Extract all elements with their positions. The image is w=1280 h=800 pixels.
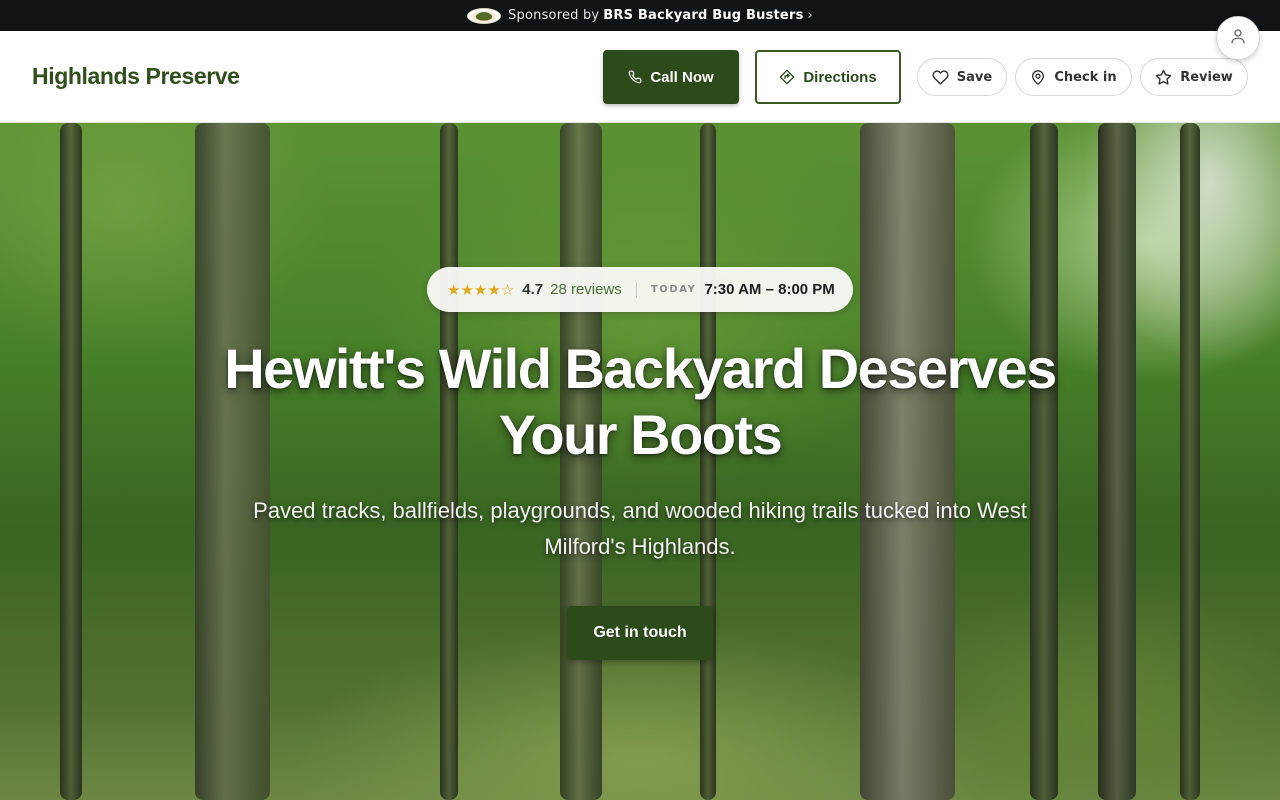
sponsor-bar[interactable]: Sponsored by BRS Backyard Bug Busters › <box>0 0 1280 31</box>
directions-icon <box>779 69 795 85</box>
subline-line-1: Paved tracks, ballfields, playgrounds, a… <box>253 498 1027 523</box>
hero-subheadline: Paved tracks, ballfields, playgrounds, a… <box>230 493 1050 565</box>
hours-value: 7:30 AM – 8:00 PM <box>704 281 835 298</box>
headline-line-2: Your Boots <box>498 403 783 466</box>
rating-hours-pill: ★★★★☆ 4.7 28 reviews TODAY 7:30 AM – 8:0… <box>427 267 853 312</box>
location-pin-icon <box>1030 69 1046 86</box>
sponsor-prefix: Sponsored by <box>508 8 600 23</box>
site-header: Highlands Preserve Call Now Directions S… <box>0 31 1280 123</box>
get-in-touch-button[interactable]: Get in touch <box>567 606 713 660</box>
phone-icon <box>628 70 642 84</box>
chevron-right-icon: › <box>807 8 813 23</box>
hero-headline: Hewitt's Wild Backyard Deserves Your Boo… <box>200 336 1080 468</box>
call-now-label: Call Now <box>650 68 714 86</box>
directions-label: Directions <box>803 68 877 86</box>
save-button[interactable]: Save <box>917 58 1007 96</box>
rating-value: 4.7 <box>522 281 544 298</box>
call-now-button[interactable]: Call Now <box>603 50 739 104</box>
headline-line-1: Hewitt's Wild Backyard Deserves <box>224 337 1057 400</box>
account-button[interactable] <box>1216 16 1260 60</box>
check-in-button[interactable]: Check in <box>1015 58 1132 96</box>
review-button[interactable]: Review <box>1140 58 1248 96</box>
star-icon <box>1155 69 1172 86</box>
subline-line-2: Milford's Highlands. <box>544 534 736 559</box>
sponsor-name[interactable]: BRS Backyard Bug Busters <box>603 8 803 23</box>
rating-stars: ★★★★☆ <box>447 281 515 299</box>
check-in-label: Check in <box>1054 69 1117 85</box>
divider <box>635 281 637 298</box>
brand-name[interactable]: Highlands Preserve <box>32 63 240 90</box>
save-label: Save <box>956 69 993 85</box>
today-label: TODAY <box>650 284 697 295</box>
heart-icon <box>932 69 949 86</box>
hero-section: ★★★★☆ 4.7 28 reviews TODAY 7:30 AM – 8:0… <box>0 123 1280 800</box>
review-label: Review <box>1180 69 1233 85</box>
user-icon <box>1229 27 1247 50</box>
reviews-link[interactable]: 28 reviews <box>550 281 622 298</box>
directions-button[interactable]: Directions <box>755 50 901 104</box>
sponsor-logo-icon <box>467 7 502 24</box>
